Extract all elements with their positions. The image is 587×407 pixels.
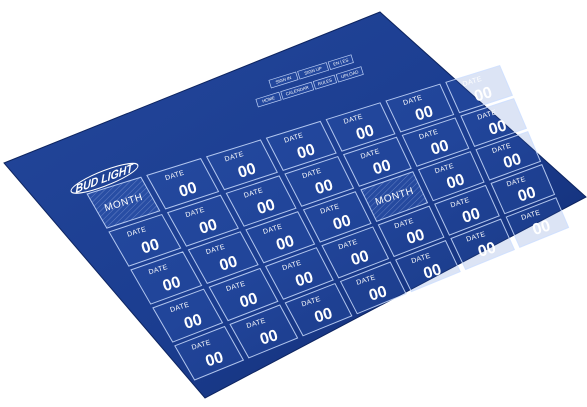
calendar-page: BUD LIGHT SIGN IN SIGN UP EN | ES HOME CALEN… bbox=[0, 0, 587, 407]
calendar-board: BUD LIGHT SIGN INSIGN UPEN | ESHOMECALEN… bbox=[3, 11, 587, 399]
